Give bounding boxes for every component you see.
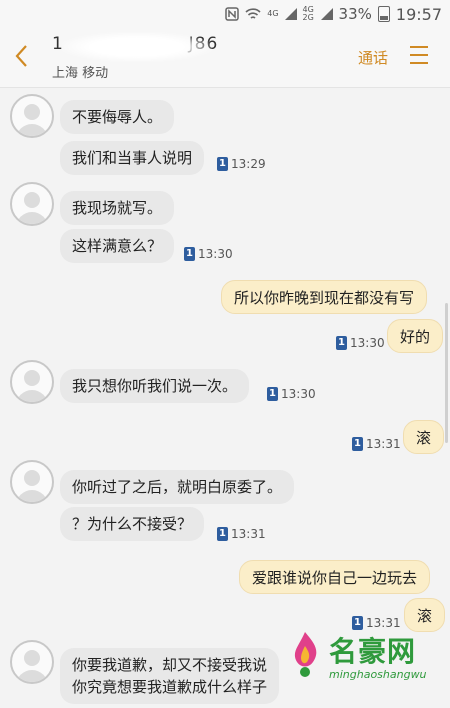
wifi-icon [245, 7, 261, 21]
contact-avatar[interactable] [10, 182, 54, 226]
nfc-icon [225, 7, 239, 21]
watermark-subtext: minghaoshangwu [329, 668, 427, 681]
contact-avatar[interactable] [10, 360, 54, 404]
message-time: 13:31 [231, 527, 266, 541]
message-line: 你究竟想要我道歉成什么样子 [72, 678, 268, 696]
message-outgoing[interactable]: 滚 [404, 598, 446, 632]
message-meta: 1 13:31 [352, 437, 401, 451]
message-meta: 1 13:30 [184, 247, 233, 261]
message-incoming[interactable]: 我们和当事人说明 [60, 141, 205, 175]
site-watermark: 名豪网 minghaoshangwu [283, 628, 450, 708]
message-incoming[interactable]: 你要我道歉，却又不接受我说 你究竟想要我道歉成什么样子 [60, 648, 280, 704]
message-meta: 1 13:29 [217, 157, 266, 171]
sim-badge: 1 [217, 157, 228, 171]
message-time: 13:30 [350, 336, 385, 350]
message-meta: 1 13:31 [217, 527, 266, 541]
sim-badge: 1 [267, 387, 278, 401]
battery-percent: 33% [338, 5, 372, 23]
menu-icon[interactable] [410, 46, 428, 64]
message-incoming[interactable]: ？为什么不接受？ [60, 507, 205, 541]
clock-time: 19:57 [395, 4, 442, 24]
message-outgoing[interactable]: 好的 [387, 319, 444, 353]
watermark-text: 名豪网 [329, 635, 417, 668]
message-time: 13:30 [198, 247, 233, 261]
chevron-left-icon [15, 45, 27, 67]
signal-icon-2 [320, 8, 333, 20]
privacy-blur [62, 32, 212, 62]
battery-icon [377, 6, 390, 22]
network-type-1: 4G [267, 9, 279, 18]
message-line: 你要我道歉，却又不接受我说 [72, 656, 268, 674]
scrollbar[interactable] [445, 303, 448, 443]
back-button[interactable] [14, 42, 38, 70]
network-type-2: 4G 2G [302, 5, 314, 22]
message-time: 13:29 [231, 157, 266, 171]
message-incoming[interactable]: 我现场就写。 [60, 191, 175, 225]
message-outgoing[interactable]: 所以你昨晚到现在都没有写 [221, 280, 428, 314]
contact-avatar[interactable] [10, 640, 54, 684]
message-list[interactable]: 不要侮辱人。 我们和当事人说明 1 13:29 我现场就写。 这样满意么？ 1 … [0, 88, 450, 708]
message-outgoing[interactable]: 滚 [403, 420, 445, 454]
watermark-logo-icon [294, 632, 317, 677]
contact-carrier: 上海 移动 [52, 66, 109, 81]
contact-avatar[interactable] [10, 460, 54, 504]
message-outgoing[interactable]: 爱跟谁说你自己一边玩去 [239, 560, 431, 594]
message-meta: 1 13:30 [267, 387, 316, 401]
conversation-header: 1 J86 上海 移动 通话 [0, 28, 450, 88]
signal-icon [284, 8, 297, 20]
message-time: 13:30 [281, 387, 316, 401]
message-incoming[interactable]: 你听过了之后，就明白原委了。 [60, 470, 295, 504]
sim-badge: 1 [336, 336, 347, 350]
message-incoming[interactable]: 我只想你听我们说一次。 [60, 369, 250, 403]
message-time: 13:31 [366, 437, 401, 451]
sim-badge: 1 [217, 527, 228, 541]
message-incoming[interactable]: 不要侮辱人。 [60, 100, 175, 134]
sim-badge: 1 [184, 247, 195, 261]
contact-avatar[interactable] [10, 94, 54, 138]
status-bar: 4G 4G 2G 33% 19:57 [0, 0, 450, 28]
call-button[interactable]: 通话 [358, 47, 388, 68]
message-incoming[interactable]: 这样满意么？ [60, 229, 175, 263]
message-meta: 1 13:30 [336, 336, 385, 350]
sim-badge: 1 [352, 437, 363, 451]
